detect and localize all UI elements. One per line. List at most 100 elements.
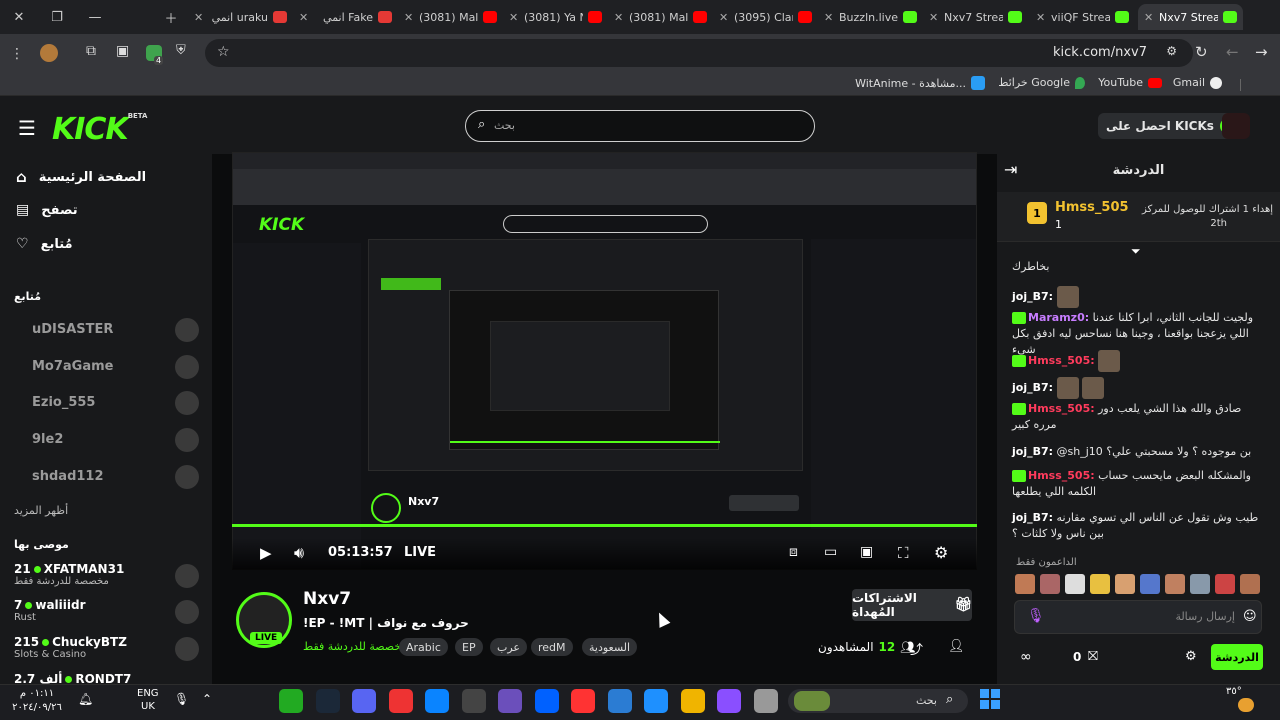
- following-avatar[interactable]: [175, 318, 199, 342]
- language-indicator[interactable]: ENG: [137, 688, 159, 699]
- browser-tab[interactable]: ✕ Nxv7 Strea: [923, 4, 1028, 30]
- close-tab-icon[interactable]: ✕: [719, 11, 729, 24]
- close-tab-icon[interactable]: ✕: [1036, 11, 1046, 24]
- gifted-subs-button[interactable]: الاشتراكات المُهداة 🎁︎: [852, 589, 972, 621]
- following-avatar[interactable]: [175, 355, 199, 379]
- following-avatar[interactable]: [175, 428, 199, 452]
- file-explorer-icon[interactable]: [680, 689, 705, 713]
- follow-user-icon[interactable]: 👤︎: [948, 639, 965, 654]
- tray-expand-icon[interactable]: ⌃: [202, 692, 212, 706]
- close-tab-icon[interactable]: ✕: [404, 11, 414, 24]
- back-icon[interactable]: →: [1255, 43, 1268, 61]
- forward-icon[interactable]: ←: [1226, 43, 1239, 61]
- chat-send-button[interactable]: الدردشة: [1211, 644, 1263, 670]
- user-avatar[interactable]: [1222, 113, 1250, 139]
- pip-icon[interactable]: ▣: [860, 544, 873, 560]
- nav-following[interactable]: ♡ مُتابع: [16, 236, 73, 252]
- stream-tag[interactable]: EP: [455, 638, 483, 656]
- close-window-icon[interactable]: ✕: [0, 0, 38, 34]
- video-progress-bar[interactable]: [232, 524, 977, 527]
- live-indicator[interactable]: LIVE: [404, 545, 436, 560]
- bookmark-star-icon[interactable]: ☆: [217, 44, 230, 60]
- extensions-icon[interactable]: ⧉: [86, 43, 96, 59]
- infinity-icon[interactable]: ∞: [1020, 649, 1032, 665]
- pinned-user[interactable]: Hmss_505: [1055, 200, 1129, 215]
- supporter-emote-icon[interactable]: [1240, 574, 1260, 594]
- bookmark-maps[interactable]: خرائط Google: [998, 76, 1085, 89]
- stream-tag[interactable]: redM: [531, 638, 573, 656]
- extension-icon[interactable]: ▣: [116, 43, 129, 59]
- browser-tab[interactable]: ✕ (3081) Mal: [608, 4, 713, 30]
- terminal-icon[interactable]: [279, 689, 303, 713]
- chat-username[interactable]: joj_B7:: [1012, 290, 1053, 303]
- hamburger-menu-icon[interactable]: ☰: [18, 116, 36, 140]
- windows-start-icon[interactable]: [980, 689, 1000, 709]
- following-channel[interactable]: Mo7aGame: [32, 359, 114, 374]
- app-icon[interactable]: [571, 689, 595, 713]
- chat-username[interactable]: Hmss_505:: [1028, 402, 1095, 415]
- video-player[interactable]: KICK Nxv7: [232, 152, 977, 570]
- restore-window-icon[interactable]: ❐: [38, 0, 76, 34]
- close-tab-icon[interactable]: ✕: [194, 11, 204, 24]
- store-icon[interactable]: [644, 689, 668, 713]
- browser-tab[interactable]: ✕ انمي Fake: [293, 4, 398, 30]
- copilot-icon[interactable]: [717, 689, 741, 713]
- recommended-avatar[interactable]: [175, 637, 199, 661]
- chat-username[interactable]: Maramz0:: [1028, 311, 1089, 324]
- menu-dots-icon[interactable]: ⋮: [10, 46, 24, 62]
- taskbar-search[interactable]: بحث ⌕: [788, 689, 968, 713]
- close-tab-icon[interactable]: ✕: [614, 11, 624, 24]
- collapse-chat-icon[interactable]: ⇥: [1004, 160, 1017, 179]
- browser-tab[interactable]: ✕ Nxv7 Strea: [1138, 4, 1243, 30]
- chat-username[interactable]: Hmss_505:: [1028, 354, 1095, 367]
- play-icon[interactable]: ▶: [260, 544, 272, 562]
- chat-username[interactable]: joj_B7:: [1012, 511, 1053, 524]
- recommended-avatar[interactable]: [175, 600, 199, 624]
- address-bar[interactable]: ☆ kick.com/nxv7 ⚙: [205, 39, 1193, 67]
- stream-tag[interactable]: السعودية: [582, 638, 638, 656]
- kick-logo[interactable]: KICKBETA: [52, 112, 147, 147]
- recommended-channel[interactable]: 215 ChuckyBTZ Slots & Casino: [14, 635, 127, 660]
- channel-name[interactable]: Nxv7: [303, 589, 351, 609]
- nav-browse[interactable]: ▤ تصفح: [16, 202, 78, 218]
- clip-icon[interactable]: ⧈: [789, 544, 798, 560]
- recommended-channel[interactable]: 21 XFATMAN31 مخصصة للدردشة فقط: [14, 562, 124, 587]
- app-icon[interactable]: [753, 689, 778, 713]
- outlook-icon[interactable]: [607, 689, 632, 713]
- stream-tag[interactable]: Arabic: [399, 638, 448, 656]
- supporter-emote-icon[interactable]: [1065, 574, 1085, 594]
- supporter-emote-icon[interactable]: [1090, 574, 1110, 594]
- following-channel[interactable]: Ezio_555: [32, 395, 95, 410]
- nav-home[interactable]: ⌂ الصفحة الرئيسية: [16, 168, 146, 186]
- chat-username[interactable]: joj_B7:: [1012, 445, 1053, 458]
- bookmark-youtube[interactable]: YouTube: [1098, 76, 1162, 89]
- browser-tab[interactable]: ✕ viiQF Strea: [1030, 4, 1135, 30]
- close-tab-icon[interactable]: ✕: [299, 11, 309, 24]
- reload-icon[interactable]: ↻: [1195, 43, 1208, 61]
- edge-icon[interactable]: [425, 689, 449, 713]
- new-tab-icon[interactable]: ＋: [152, 0, 190, 34]
- following-avatar[interactable]: [175, 391, 199, 415]
- close-tab-icon[interactable]: ✕: [929, 11, 939, 24]
- recommended-avatar[interactable]: [175, 564, 199, 588]
- supporter-emote-icon[interactable]: [1165, 574, 1185, 594]
- emoji-icon[interactable]: ☺: [1243, 609, 1257, 624]
- fullscreen-icon[interactable]: ⛶: [898, 544, 909, 562]
- supporter-emote-icon[interactable]: [1115, 574, 1135, 594]
- share-icon[interactable]: ⤴: [910, 639, 923, 658]
- close-tab-icon[interactable]: ✕: [509, 11, 519, 24]
- dropbox-icon[interactable]: [534, 689, 559, 713]
- bookmark-witanime[interactable]: WitAnime - مشاهدة...: [855, 76, 985, 90]
- chat-username[interactable]: Hmss_505:: [1028, 469, 1095, 482]
- supporter-emote-icon[interactable]: [1140, 574, 1160, 594]
- chat-settings-icon[interactable]: ⚙: [1185, 649, 1197, 664]
- close-tab-icon[interactable]: ✕: [824, 11, 834, 24]
- minimize-window-icon[interactable]: —: [76, 0, 114, 34]
- following-channel[interactable]: 9le2: [32, 432, 63, 447]
- chrome-icon[interactable]: [388, 689, 413, 713]
- browser-tab[interactable]: ✕ (3081) Ya N: [503, 4, 608, 30]
- following-channel[interactable]: uDISASTER: [32, 322, 113, 337]
- volume-icon[interactable]: 🔊︎: [294, 543, 304, 563]
- browser-tab[interactable]: ✕ Buzzln.live: [818, 4, 923, 30]
- site-settings-icon[interactable]: ⚙: [1166, 44, 1177, 58]
